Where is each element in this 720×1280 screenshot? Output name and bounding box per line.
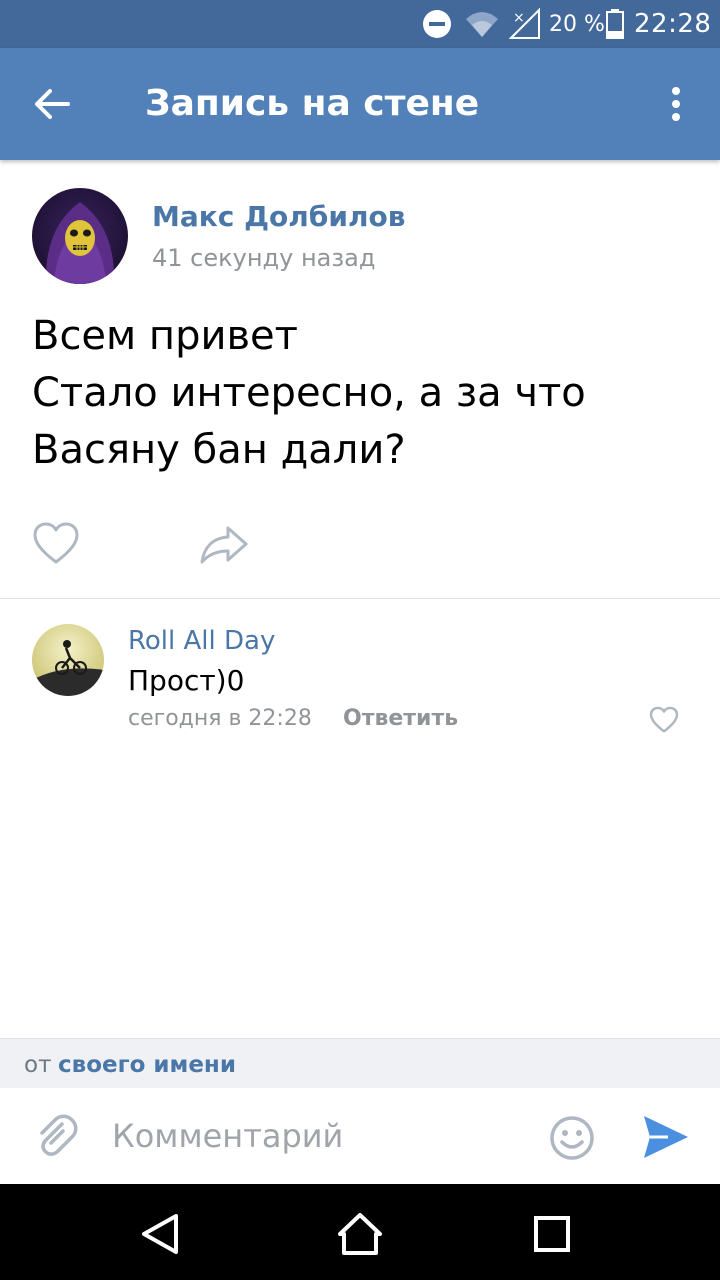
heart-outline-icon bbox=[649, 706, 679, 733]
post-like-button[interactable] bbox=[30, 518, 82, 570]
system-navigation-bar bbox=[0, 1184, 720, 1280]
nav-back-button[interactable] bbox=[136, 1212, 184, 1256]
nav-back-icon bbox=[142, 1214, 178, 1254]
nav-home-button[interactable] bbox=[336, 1210, 384, 1258]
post-timestamp: 41 секунду назад bbox=[152, 244, 376, 272]
do-not-disturb-icon bbox=[422, 0, 452, 48]
arrow-back-icon bbox=[35, 89, 70, 119]
wifi-icon bbox=[464, 0, 500, 48]
status-bar: × 20 % 22:28 bbox=[0, 0, 720, 48]
app-bar: Запись на стене bbox=[0, 48, 720, 160]
battery-percent: 20 % bbox=[549, 11, 605, 37]
post-text-line: Всем привет bbox=[32, 313, 298, 359]
sender-selector[interactable]: своего имени bbox=[58, 1052, 236, 1078]
post-divider bbox=[0, 598, 720, 599]
back-button[interactable] bbox=[22, 74, 82, 134]
comment-author-name[interactable]: Roll All Day bbox=[128, 626, 275, 656]
nav-recents-button[interactable] bbox=[534, 1216, 570, 1252]
reply-button[interactable]: Ответить bbox=[343, 706, 458, 731]
comment-composer bbox=[0, 1088, 720, 1184]
share-arrow-icon bbox=[200, 526, 248, 564]
page-title: Запись на стене bbox=[145, 83, 480, 124]
paperclip-icon bbox=[40, 1114, 78, 1156]
nav-recents-icon bbox=[534, 1216, 570, 1252]
nav-home-icon bbox=[338, 1213, 382, 1255]
comment-author-avatar[interactable] bbox=[32, 624, 104, 696]
post-text-line: Васяну бан дали? bbox=[32, 427, 406, 473]
attach-button[interactable] bbox=[32, 1112, 80, 1160]
more-vertical-icon bbox=[672, 87, 680, 121]
comment-text: Прост)0 bbox=[128, 664, 245, 697]
svg-text:×: × bbox=[513, 10, 525, 26]
post-share-button[interactable] bbox=[198, 518, 250, 570]
comment-like-button[interactable] bbox=[648, 704, 680, 734]
sender-prefix: от bbox=[24, 1052, 52, 1078]
send-icon bbox=[644, 1116, 688, 1158]
emoji-button[interactable] bbox=[548, 1114, 596, 1162]
battery-icon bbox=[606, 0, 624, 48]
post-author-name[interactable]: Макс Долбилов bbox=[152, 200, 405, 233]
post-author-avatar[interactable] bbox=[32, 188, 128, 284]
no-signal-icon: × bbox=[509, 0, 541, 48]
smiley-icon bbox=[550, 1116, 594, 1160]
status-time: 22:28 bbox=[634, 9, 712, 39]
comment-timestamp: сегодня в 22:28 bbox=[128, 706, 312, 731]
post-text: Всем привет Стало интересно, а за что Ва… bbox=[32, 308, 692, 479]
heart-outline-icon bbox=[33, 522, 79, 564]
post-text-line: Стало интересно, а за что bbox=[32, 370, 586, 416]
send-button[interactable] bbox=[640, 1112, 692, 1162]
comment-sender-bar: от своего имени bbox=[0, 1038, 720, 1088]
comment-input[interactable] bbox=[112, 1110, 532, 1162]
more-options-button[interactable] bbox=[648, 74, 704, 134]
